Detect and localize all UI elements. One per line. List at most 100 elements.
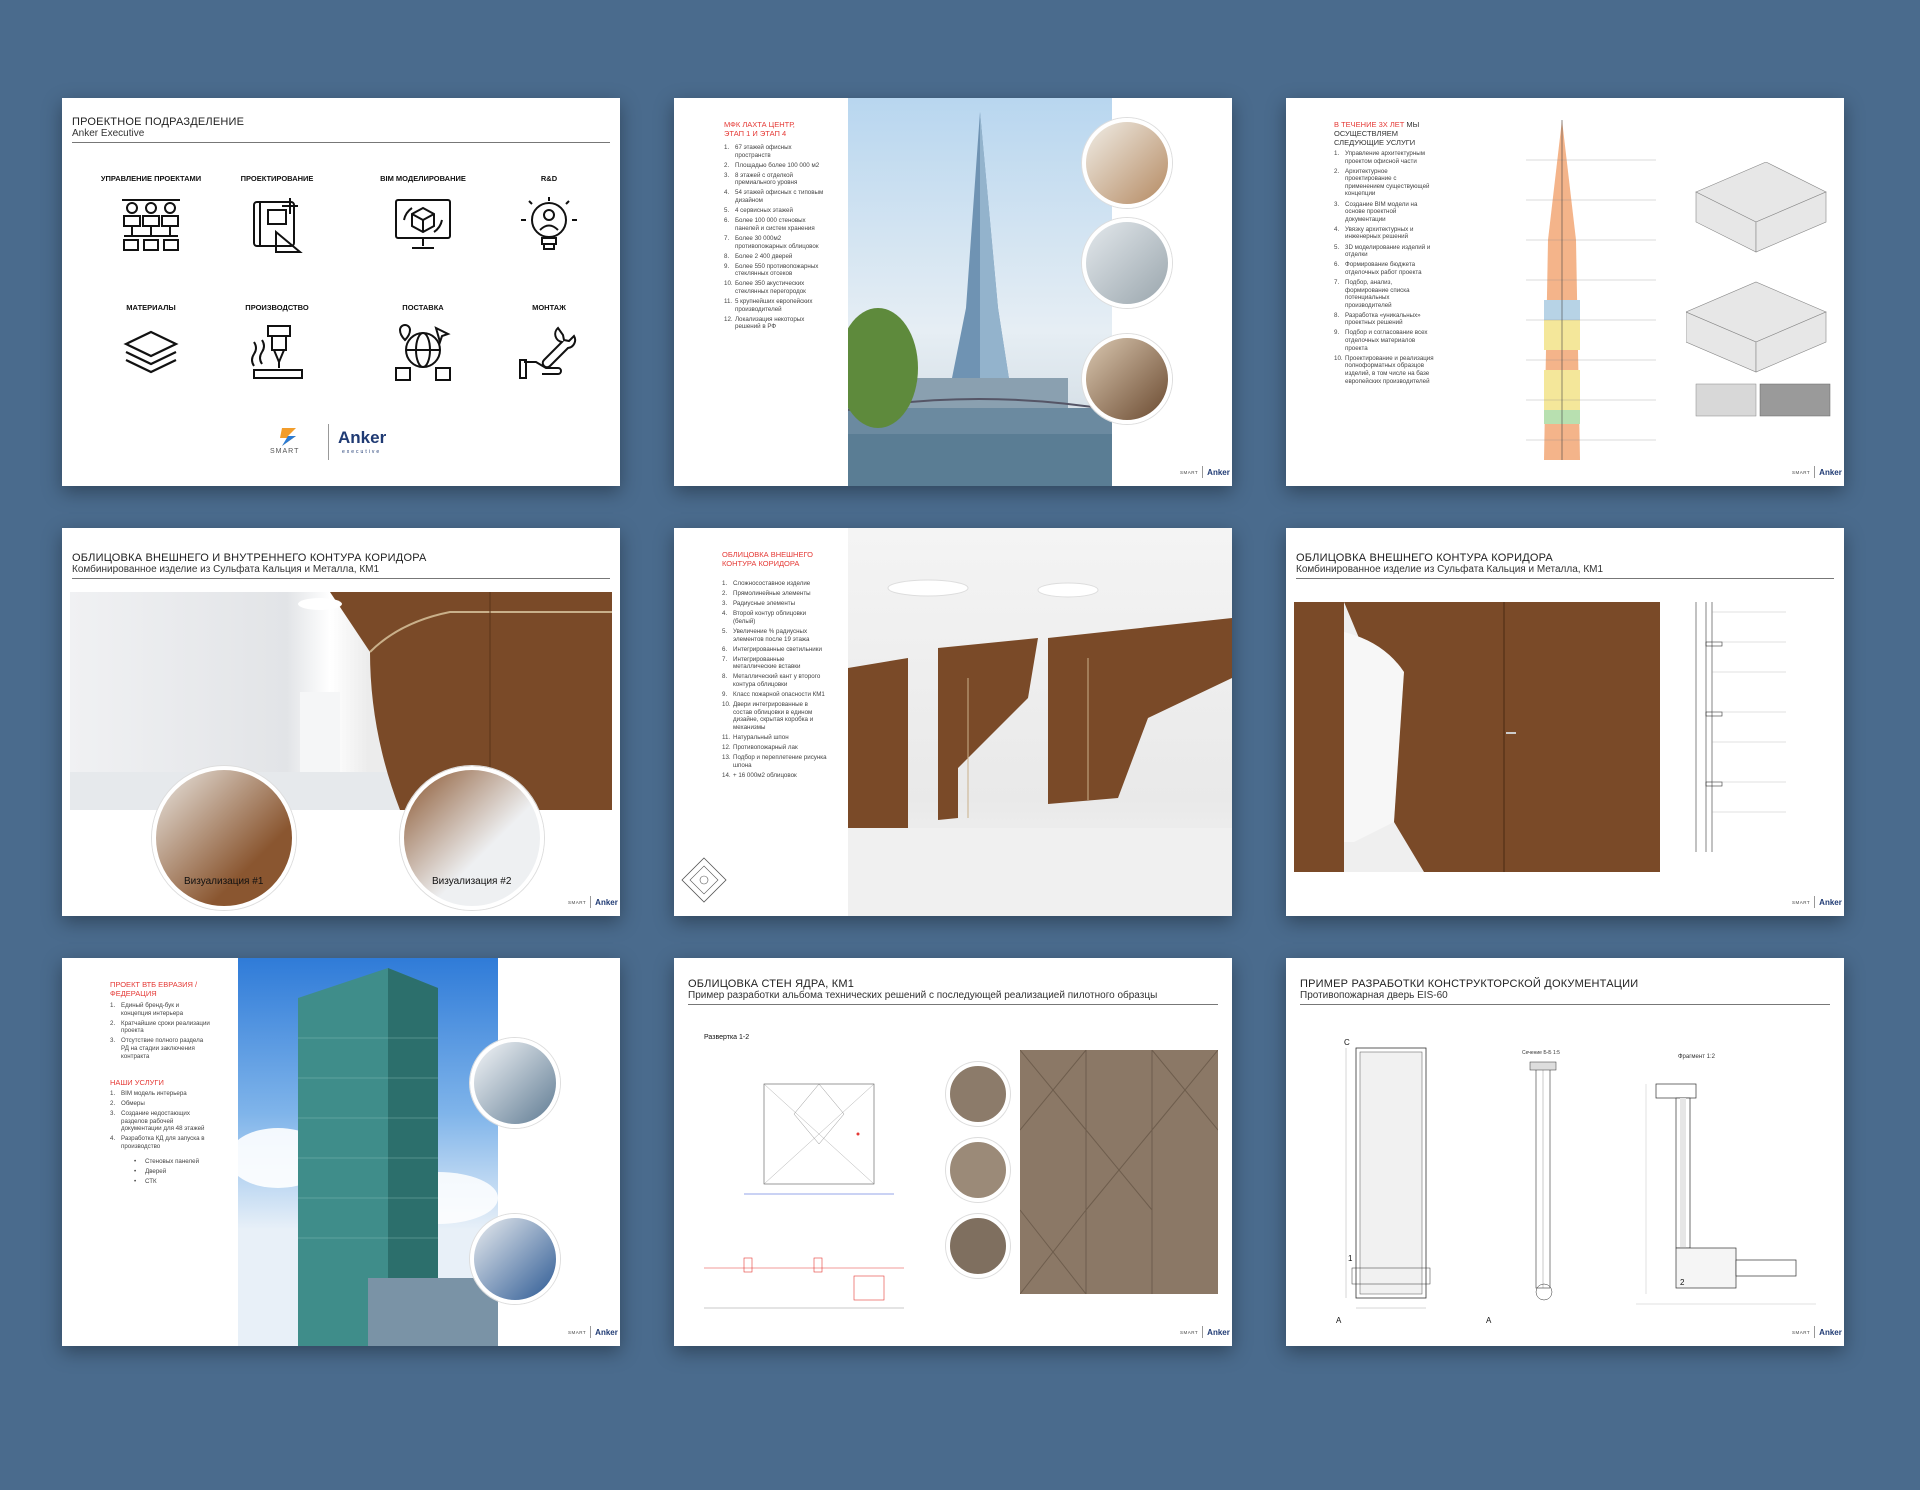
brand-logo-mini: SMART Anker: [568, 1326, 618, 1338]
section-title: Сечение Б-Б 1:5: [1522, 1050, 1560, 1056]
brand-logo-mini: SMART Anker: [1792, 896, 1842, 908]
texture-sample-circle: [946, 1062, 1010, 1126]
texture-sample-circle: [946, 1138, 1010, 1202]
slide-subtitle: Противопожарная дверь EIS-60: [1300, 990, 1448, 1001]
list-item: 9. Подбор и согласование всех отделочных …: [1334, 329, 1428, 352]
list-item: 5. 4 сервисных этажей: [724, 207, 793, 215]
list-item: 6. Более 100 000 стеновых панелей и систе…: [724, 217, 815, 232]
list-item: 7. Более 30 000м2 противопожарных облицов…: [724, 234, 819, 250]
list-item: 9. Более 550 противопожарных стеклянных о…: [724, 262, 819, 278]
category-label: МАТЕРИАЛЫ: [126, 303, 176, 312]
slide-project-division: ПРОЕКТНОЕ ПОДРАЗДЕЛЕНИЕ Anker Executive …: [62, 98, 620, 486]
list-item: 2. Архитектурное проектирование с примене…: [1334, 167, 1430, 198]
drawing-label: Развертка 1-2: [704, 1034, 750, 1041]
list-item: 4. Разработка КД для запуска в производст…: [110, 1135, 205, 1151]
list-item: 3. Отсутствие полного раздела РД на стади…: [110, 1037, 204, 1060]
list-item: 6. Интегрированные светильники: [722, 645, 822, 653]
list-item: 10. Более 350 акустических стеклянных пер…: [724, 280, 806, 295]
slide-lakhta-center: МФК ЛАХТА ЦЕНТР, ЭТАП 1 И ЭТАП 4 1. 67 эт…: [674, 98, 1232, 486]
section-marker-a: А: [1336, 1316, 1342, 1325]
list-item: 13. Подбор и переплетение рисунка шпона: [722, 754, 827, 769]
list-item: 1. Единый бренд-бук и концепция интерьера: [110, 1002, 184, 1017]
list-item: 5. 3D моделирование изделий и отделки: [1334, 243, 1431, 259]
list-item: 5. Увеличение % радиусных элементов после…: [722, 627, 810, 643]
category-label: УПРАВЛЕНИЕ ПРОЕКТАМИ: [100, 174, 202, 183]
list-item: 8. Разработка «уникальных» проектных реше…: [1334, 311, 1421, 327]
feature-list: 1. 67 этажей офисных пространств 2. Площад…: [724, 144, 824, 333]
interior-photo-circle: [470, 1214, 560, 1304]
category-label: R&D: [540, 174, 558, 183]
slide-title: ПРИМЕР РАЗРАБОТКИ КОНСТРУКТОРСКОЙ ДОКУМЕ…: [1300, 978, 1639, 990]
drill-icon: [251, 325, 303, 379]
door-elevation-drawing: [1345, 1047, 1431, 1309]
list-item: 10. Проектирование и реализация полноформ…: [1334, 354, 1434, 385]
elevation-drawing: [744, 1083, 894, 1195]
services-list: 1. Управление архитектурным проектом офис…: [1334, 150, 1434, 388]
section-marker-c: С: [1344, 1038, 1350, 1047]
list-item: 3. Радиусные элементы: [722, 600, 796, 608]
brand-logo-mini: SMART Anker: [1792, 466, 1842, 478]
fragment-title: Фрагмент 1:2: [1678, 1054, 1715, 1060]
services-heading: НАШИ УСЛУГИ: [110, 1078, 164, 1087]
cladding-photo: [1294, 602, 1660, 872]
section-marker-a: А: [1486, 1316, 1492, 1325]
list-item: 1. BIM модель интерьера: [110, 1090, 187, 1097]
list-item: 10. Двери интегрированные в состав облицо…: [722, 701, 814, 731]
detail-number: 2: [1680, 1278, 1685, 1287]
door-section-drawing: [1529, 1061, 1557, 1301]
list-item: 9. Класс пожарной опасности КМ1: [722, 691, 825, 699]
slide-title: ПРОЕКТНОЕ ПОДРАЗДЕЛЕНИЕ: [72, 116, 245, 128]
interior-photo-circle: [1082, 118, 1172, 208]
sub-list: • Стеновых панелей • Дверей • СТК: [134, 1158, 214, 1188]
list-item: 1. 67 этажей офисных пространств: [724, 144, 792, 159]
list-item: 7. Интегрированные металлические вставки: [722, 655, 801, 671]
slide-outer-contour: ОБЛИЦОВКА ВНЕШНЕГО КОНТУРА КОРИДОРА 1. Сл…: [674, 528, 1232, 916]
lightbulb-person-icon: [521, 197, 577, 250]
door-fragment-drawing: [1636, 1083, 1816, 1305]
list-item: 12. Противопожарный лак: [722, 744, 798, 752]
category-label: BIM МОДЕЛИРОВАНИЕ: [380, 174, 466, 183]
brand-logo-mini: SMART Anker: [1180, 466, 1230, 478]
wall-sample-photo: [1020, 1050, 1218, 1294]
texture-sample-circle: [946, 1214, 1010, 1278]
plan-detail-drawing: [704, 1257, 904, 1309]
slide-services: В ТЕЧЕНИЕ 3Х ЛЕТ МЫ ОСУЩЕСТВЛЯЕМ СЛЕДУЮЩ…: [1286, 98, 1844, 486]
list-item: 2. Прямолинейные элементы: [722, 590, 811, 598]
brand-logo-mini: SMART Anker: [568, 896, 618, 908]
slide-vtb-eurasia: ПРОЕКТ ВТБ ЕВРАЗИЯ / ФЕДЕРАЦИЯ 1. Единый …: [62, 958, 620, 1346]
category-label: ПРОИЗВОДСТВО: [245, 303, 309, 312]
category-label: ПРОЕКТИРОВАНИЕ: [240, 174, 314, 183]
list-item: 3. 8 этажей с отделкой премиального уровн…: [724, 171, 798, 187]
brand-logo: SMART Anker executive: [270, 424, 414, 464]
feature-list: 1. Сложносоставное изделие 2. Прямолинейны…: [722, 580, 828, 782]
slide-heading: МФК ЛАХТА ЦЕНТР, ЭТАП 1 И ЭТАП 4: [724, 120, 795, 138]
corridor-render: [848, 528, 1232, 916]
slide-title: ОБЛИЦОВКА СТЕН ЯДРА, КМ1: [688, 978, 855, 990]
tower-photo: [848, 98, 1112, 486]
visualization-circle-1: Визуализация #1: [152, 766, 296, 910]
slide-subtitle: Комбинированное изделие из Сульфата Каль…: [1296, 564, 1604, 575]
smart-logo-icon: [280, 428, 296, 446]
list-item: 6. Формирование бюджета отделочных работ …: [1334, 261, 1422, 276]
slide-title: ОБЛИЦОВКА ВНЕШНЕГО И ВНУТРЕННЕГО КОНТУРА…: [72, 552, 427, 564]
visualization-circle-2: Визуализация #2: [400, 766, 544, 910]
list-item: 7. Подбор, анализ, формирование списка по…: [1334, 278, 1410, 309]
list-item: 11. Натуральный шпон: [722, 734, 789, 742]
slide-heading: В ТЕЧЕНИЕ 3Х ЛЕТ МЫ ОСУЩЕСТВЛЯЕМ СЛЕДУЮЩ…: [1334, 120, 1420, 147]
list-item: 2. Площадью более 100 000 м2: [724, 161, 820, 169]
category-label: ПОСТАВКА: [402, 303, 444, 312]
category-label: МОНТАЖ: [532, 303, 566, 312]
brand-logo-mini: SMART Anker: [1180, 1326, 1230, 1338]
list-item: • Дверей: [134, 1168, 167, 1176]
globe-delivery-icon: [395, 324, 451, 381]
brand-logo-mini: SMART Anker: [1792, 1326, 1842, 1338]
slide-heading: ПРОЕКТ ВТБ ЕВРАЗИЯ / ФЕДЕРАЦИЯ: [110, 980, 198, 998]
project-list: 1. Единый бренд-бук и концепция интерьера…: [110, 1002, 210, 1063]
slide-subtitle: Пример разработки альбома технических ре…: [688, 990, 1158, 1001]
visualization-caption: Визуализация #2: [432, 876, 512, 887]
tower-photo: [238, 958, 498, 1346]
anker-logo-text: Anker: [338, 428, 387, 447]
slide-subtitle: Anker Executive: [72, 128, 145, 139]
slide-corridor-cladding: ОБЛИЦОВКА ВНЕШНЕГО И ВНУТРЕННЕГО КОНТУРА…: [62, 528, 620, 916]
slide-subtitle: Комбинированное изделие из Сульфата Каль…: [72, 564, 380, 575]
